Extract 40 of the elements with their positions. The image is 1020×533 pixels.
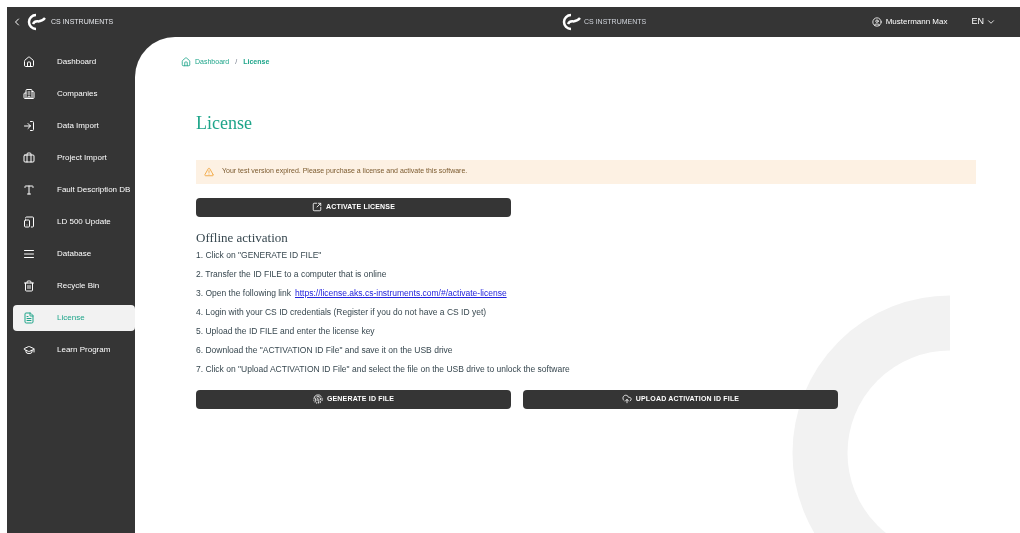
activation-link[interactable]: https://license.aks.cs-instruments.com/#/activate-license	[295, 283, 507, 303]
page-title: License	[196, 111, 253, 135]
step-text: 2. Transfer the ID FILE to a computer that is online	[196, 267, 388, 281]
trash-icon	[23, 280, 35, 292]
warning-icon	[204, 166, 214, 177]
graduation-cap-icon	[23, 344, 35, 356]
step-text: 6. Download the "ACTIVATION ID File" and save it on the USB drive	[196, 343, 454, 357]
sidebar-item[interactable]: Learn Program	[13, 337, 135, 363]
sidebar-item[interactable]: LD 500 Update	[13, 209, 135, 235]
sidebar-item[interactable]: Database	[13, 241, 135, 267]
external-link-icon	[311, 202, 322, 212]
sidebar-item[interactable]: Project Import	[13, 145, 135, 171]
step-text: 7. Click on "Upload ACTIVATION ID File" and select the file on the USB drive to unlock the software	[196, 362, 571, 376]
language-selector[interactable]: EN	[971, 15, 996, 29]
logo-icon	[27, 13, 47, 31]
import-icon	[23, 120, 35, 132]
building-icon	[23, 88, 35, 100]
briefcase-icon	[23, 152, 35, 164]
home-icon	[23, 56, 35, 68]
home-icon	[181, 57, 191, 68]
list-icon	[23, 248, 35, 260]
section-heading: Offline activation	[196, 229, 289, 246]
cloud-upload-icon	[621, 394, 632, 405]
user-icon	[871, 17, 882, 27]
sidebar-item[interactable]: Fault Description DB	[13, 177, 135, 203]
logo-icon	[562, 13, 582, 31]
step-text: 3. Open the following link	[196, 286, 291, 300]
sidebar-item[interactable]: Dashboard	[13, 49, 135, 75]
text-size-icon	[23, 184, 35, 196]
document-icon	[23, 312, 35, 324]
step-text: 4. Login with your CS ID credentials (Register if you do not have a CS ID yet)	[196, 305, 488, 319]
sidebar-item[interactable]: Recycle Bin	[13, 273, 135, 299]
caret-icon	[986, 17, 996, 27]
user-name[interactable]: Mustermann Max	[885, 16, 948, 28]
step-text: 5. Upload the ID FILE and enter the license key	[196, 324, 376, 338]
step-text: 1. Click on "GENERATE ID FILE"	[196, 248, 323, 262]
fingerprint-icon	[312, 394, 323, 405]
sidebar-item[interactable]: Data Import	[13, 113, 135, 139]
sidebar-item[interactable]: Companies	[13, 81, 135, 107]
device-icon	[23, 216, 35, 228]
